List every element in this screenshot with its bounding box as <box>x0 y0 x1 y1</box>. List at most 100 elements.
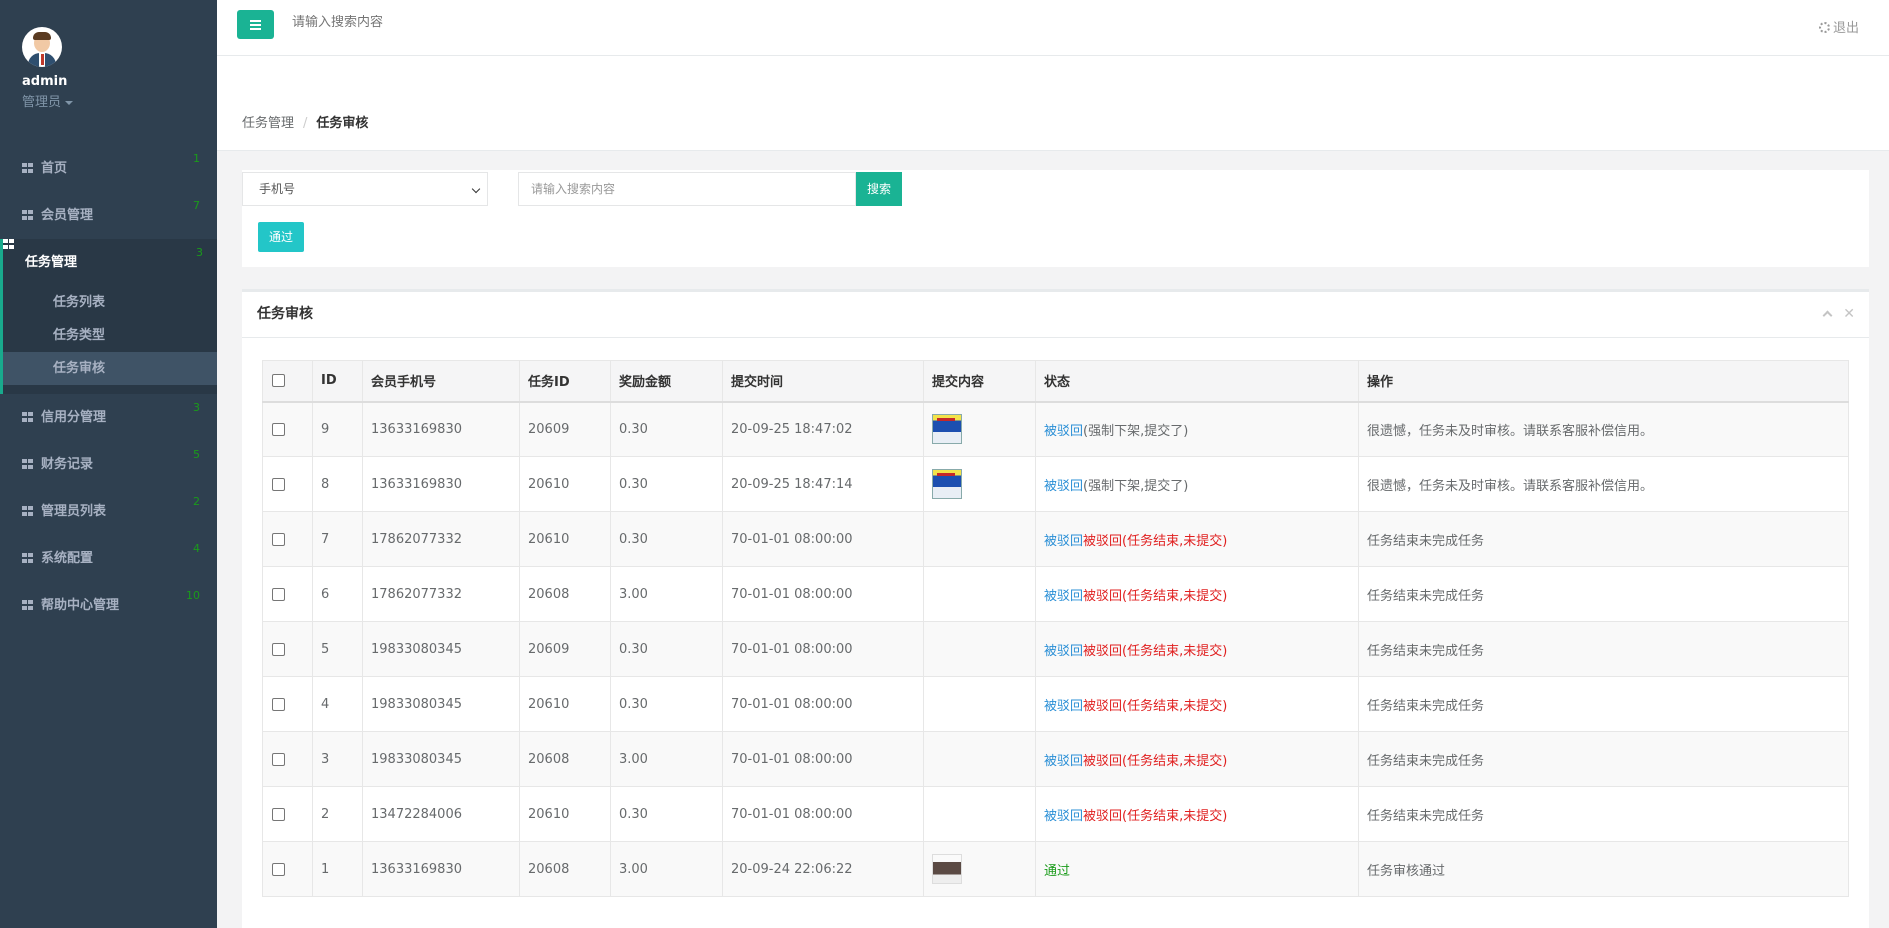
cell-amount: 0.30 <box>610 401 723 457</box>
filter-panel: 手机号 请输入搜索内容 搜索 通过 <box>242 170 1869 267</box>
cell-content <box>923 786 1036 842</box>
row-checkbox[interactable] <box>272 697 285 711</box>
top-search-input[interactable] <box>292 15 692 30</box>
cell-time: 20-09-24 22:06:22 <box>722 841 924 897</box>
status-link[interactable]: 被驳回 <box>1044 754 1083 769</box>
nav-badge: 3 <box>196 246 203 259</box>
profile: admin 管理员 <box>0 0 217 145</box>
cell-time: 70-01-01 08:00:00 <box>722 621 924 677</box>
nav-badge: 4 <box>193 542 200 555</box>
nav-item[interactable]: 会员管理 7 <box>0 192 217 239</box>
cell-id: 4 <box>312 676 363 732</box>
breadcrumb-parent[interactable]: 任务管理 <box>242 116 294 131</box>
nav-item[interactable]: 财务记录 5 <box>0 441 217 488</box>
cell-time: 70-01-01 08:00:00 <box>722 676 924 732</box>
page-heading: 任务管理 / 任务审核 <box>217 56 1889 151</box>
cell-content <box>923 841 1036 897</box>
status-link[interactable]: 被驳回 <box>1044 809 1083 824</box>
search-field-select[interactable]: 手机号 <box>242 172 488 206</box>
nav-label: 帮助中心管理 <box>41 598 120 613</box>
sub-item-task-list[interactable]: 任务列表 <box>3 286 217 319</box>
status-link[interactable]: 被驳回 <box>1044 699 1083 714</box>
row-checkbox[interactable] <box>272 422 285 436</box>
status-text: (强制下架,提交了) <box>1083 478 1189 494</box>
sub-item-task-review[interactable]: 任务审核 <box>3 352 217 385</box>
nav-label: 管理员列表 <box>41 504 107 519</box>
status-text: 被驳回(任务结束,未提交) <box>1083 588 1228 604</box>
keyword-input[interactable]: 请输入搜索内容 <box>518 172 856 206</box>
menu-toggle-button[interactable] <box>237 10 274 39</box>
nav-item[interactable]: 系统配置 4 <box>0 535 217 582</box>
cell-status: 被驳回被驳回(任务结束,未提交) <box>1035 566 1359 622</box>
status-text: (强制下架,提交了) <box>1083 423 1189 439</box>
row-select-cell <box>262 566 313 622</box>
cell-status: 被驳回被驳回(任务结束,未提交) <box>1035 511 1359 567</box>
row-checkbox[interactable] <box>272 587 285 601</box>
cell-id: 3 <box>312 731 363 787</box>
sub-item-task-types[interactable]: 任务类型 <box>3 319 217 352</box>
cell-task-id: 20610 <box>519 511 611 567</box>
role-label: 管理员 <box>22 95 62 110</box>
select-all-checkbox[interactable] <box>272 374 285 388</box>
nav-item[interactable]: 信用分管理 3 <box>0 394 217 441</box>
nav-item[interactable]: 首页 1 <box>0 145 217 192</box>
search-button[interactable]: 搜索 <box>856 172 902 206</box>
row-checkbox[interactable] <box>272 477 285 491</box>
approve-button[interactable]: 通过 <box>258 222 304 252</box>
col-header: 提交时间 <box>722 360 924 403</box>
row-checkbox[interactable] <box>272 807 285 821</box>
status-link[interactable]: 被驳回 <box>1044 589 1083 604</box>
cell-id: 9 <box>312 401 363 457</box>
cell-task-id: 20610 <box>519 676 611 732</box>
table-row: 1 13633169830 20608 3.00 20-09-24 22:06:22 通过… <box>262 841 1849 897</box>
select-all-cell <box>262 360 313 403</box>
row-checkbox[interactable] <box>272 642 285 656</box>
col-header: 奖励金额 <box>610 360 723 403</box>
cell-status: 被驳回被驳回(任务结束,未提交) <box>1035 731 1359 787</box>
nav-item[interactable]: 帮助中心管理 10 <box>0 582 217 629</box>
close-icon[interactable]: ✕ <box>1843 292 1855 337</box>
row-checkbox[interactable] <box>272 532 285 546</box>
nav-task-management: 任务管理 3 任务列表 任务类型 任务审核 <box>0 239 217 394</box>
chevron-down-icon <box>471 184 481 194</box>
review-panel: 任务审核 ✕ ID 会员手机号 任务ID 奖励金额 提交时间 提交内容 状态 操… <box>242 289 1869 928</box>
review-table: ID 会员手机号 任务ID 奖励金额 提交时间 提交内容 状态 操作 9 1363… <box>262 360 1849 897</box>
status-link[interactable]: 被驳回 <box>1044 479 1083 494</box>
submission-thumbnail[interactable] <box>932 414 962 445</box>
cell-id: 2 <box>312 786 363 842</box>
cell-amount: 0.30 <box>610 676 723 732</box>
cell-status: 通过 <box>1035 841 1359 897</box>
col-header: ID <box>312 360 363 403</box>
cell-phone: 13472284006 <box>362 786 520 842</box>
status-text: 被驳回(任务结束,未提交) <box>1083 808 1228 824</box>
status-link[interactable]: 被驳回 <box>1044 424 1083 439</box>
cell-content <box>923 401 1036 457</box>
submission-thumbnail[interactable] <box>932 469 962 499</box>
cell-operation: 任务结束未完成任务 <box>1358 621 1849 677</box>
avatar[interactable] <box>22 27 62 67</box>
logout-button[interactable]: 退出 <box>1818 17 1859 36</box>
cell-amount: 0.30 <box>610 786 723 842</box>
nav-item-task-management[interactable]: 任务管理 3 <box>3 239 217 286</box>
cell-status: 被驳回被驳回(任务结束,未提交) <box>1035 621 1359 677</box>
role-dropdown[interactable]: 管理员 <box>22 91 217 110</box>
cell-phone: 13633169830 <box>362 841 520 897</box>
grid-icon <box>22 163 33 173</box>
row-checkbox[interactable] <box>272 862 285 876</box>
cell-id: 8 <box>312 456 363 512</box>
submission-thumbnail[interactable] <box>932 854 962 884</box>
cell-task-id: 20608 <box>519 841 611 897</box>
row-select-cell <box>262 401 313 457</box>
cell-time: 70-01-01 08:00:00 <box>722 786 924 842</box>
nav-item[interactable]: 管理员列表 2 <box>0 488 217 535</box>
status-link[interactable]: 被驳回 <box>1044 534 1083 549</box>
cell-id: 5 <box>312 621 363 677</box>
cell-amount: 3.00 <box>610 566 723 622</box>
row-checkbox[interactable] <box>272 752 285 766</box>
status-link[interactable]: 被驳回 <box>1044 644 1083 659</box>
collapse-icon[interactable] <box>1822 310 1833 321</box>
row-select-cell <box>262 731 313 787</box>
panel-title: 任务审核 <box>257 306 313 322</box>
table-row: 9 13633169830 20609 0.30 20-09-25 18:47:02 被驳… <box>262 401 1849 457</box>
cell-amount: 0.30 <box>610 456 723 512</box>
